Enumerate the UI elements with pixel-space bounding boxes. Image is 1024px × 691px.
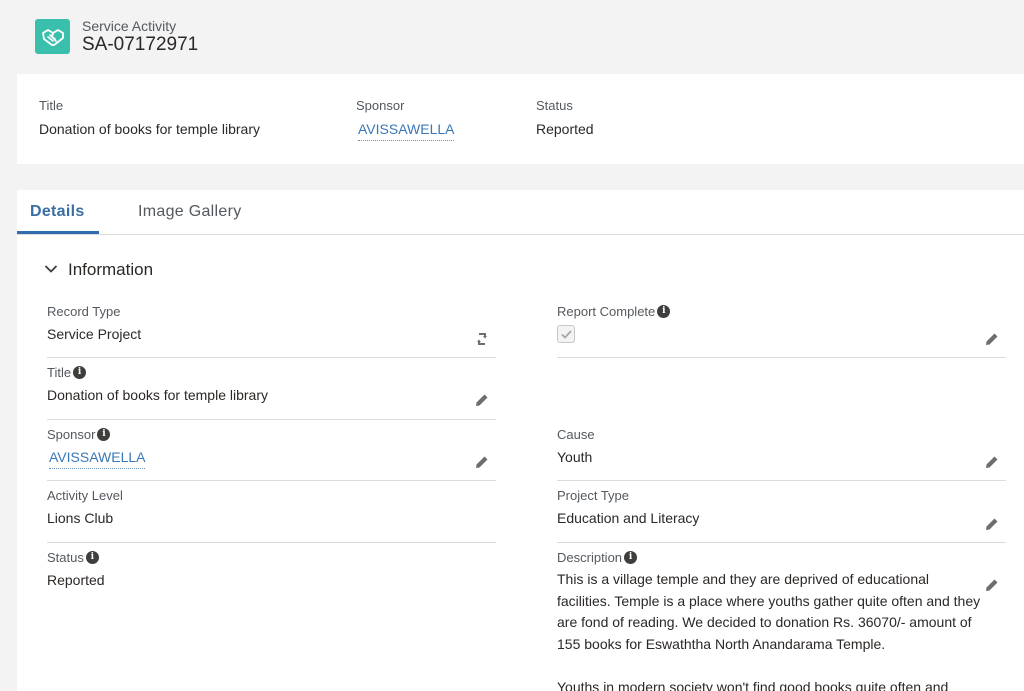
highlights-panel: Title Donation of books for temple libra… (17, 74, 1024, 164)
highlight-status-label: Status (536, 98, 573, 113)
highlight-status-value: Reported (536, 121, 594, 137)
section-title: Information (68, 260, 154, 279)
edit-report-complete-pencil-icon[interactable] (983, 330, 1001, 348)
highlight-sponsor-link[interactable]: AVISSAWELLA (358, 121, 455, 141)
field-label: Description (557, 549, 623, 565)
divider (557, 357, 1006, 358)
edit-sponsor-pencil-icon[interactable] (473, 453, 491, 471)
highlight-title-label: Title (39, 98, 64, 113)
info-icon[interactable]: i (624, 550, 638, 564)
report-complete-checkbox (557, 325, 575, 343)
highlight-title-value: Donation of books for temple library (39, 121, 260, 137)
field-value: Youth (557, 449, 593, 465)
edit-project-type-pencil-icon[interactable] (983, 515, 1001, 533)
tab-details[interactable]: Details (30, 203, 85, 221)
description-paragraph: Youths in modern society won't find good… (557, 678, 949, 691)
field-value: Lions Club (47, 510, 114, 526)
info-icon[interactable]: i (657, 304, 671, 318)
change-record-type-icon[interactable] (473, 330, 491, 348)
field-status: Status i Reported (47, 549, 105, 589)
handshake-icon (35, 19, 70, 54)
edit-cause-pencil-icon[interactable] (983, 453, 1001, 471)
field-label: Activity Level (47, 487, 123, 503)
field-description: Description i This is a village temple an… (557, 549, 982, 691)
divider (557, 542, 1006, 543)
description-paragraph: This is a village temple and they are de… (557, 571, 981, 652)
highlight-title: Title Donation of books for temple libra… (39, 98, 260, 137)
active-tab-indicator (17, 231, 99, 234)
field-project-type: Project Type Education and Literacy (557, 487, 700, 527)
divider (47, 542, 496, 543)
page-header: Service Activity SA-07172971 (0, 0, 1024, 74)
tab-bar: Details Image Gallery (17, 190, 1024, 235)
field-record-type: Record Type Service Project (47, 303, 142, 343)
info-icon[interactable]: i (97, 427, 111, 441)
object-type-label: Service Activity (82, 18, 177, 34)
field-title: Title i Donation of books for temple libr… (47, 364, 268, 404)
field-value: Education and Literacy (557, 510, 700, 526)
chevron-down-icon (44, 261, 58, 279)
field-label: Report Complete (557, 303, 656, 319)
divider (47, 357, 496, 358)
info-icon[interactable]: i (73, 365, 87, 379)
checkmark-icon (560, 329, 572, 339)
highlight-status: Status Reported (536, 98, 594, 137)
edit-description-pencil-icon[interactable] (983, 576, 1001, 594)
field-value: Service Project (47, 326, 142, 342)
field-label: Cause (557, 426, 595, 442)
highlight-sponsor: Sponsor AVISSAWELLA (356, 98, 455, 141)
record-title: SA-07172971 (82, 34, 199, 55)
field-value: Donation of books for temple library (47, 387, 268, 403)
field-cause: Cause Youth (557, 426, 595, 466)
divider (47, 419, 496, 420)
divider (557, 480, 1006, 481)
tab-image-gallery[interactable]: Image Gallery (138, 203, 242, 221)
field-sponsor: Sponsor i AVISSAWELLA (47, 426, 146, 469)
record-detail-card: Details Image Gallery Information Record… (17, 190, 1024, 691)
highlight-sponsor-label: Sponsor (356, 98, 405, 113)
field-label: Project Type (557, 487, 630, 503)
field-label: Sponsor (47, 426, 96, 442)
description-text: This is a village temple and they are de… (557, 569, 982, 691)
field-value: Reported (47, 572, 105, 588)
field-label: Record Type (47, 303, 121, 319)
field-report-complete: Report Complete i (557, 303, 671, 343)
edit-title-pencil-icon[interactable] (473, 391, 491, 409)
info-icon[interactable]: i (85, 550, 99, 564)
sponsor-link[interactable]: AVISSAWELLA (49, 449, 146, 469)
divider (47, 480, 496, 481)
section-information-header[interactable]: Information (44, 260, 153, 280)
field-label: Status (47, 549, 84, 565)
field-activity-level: Activity Level Lions Club (47, 487, 123, 527)
field-label: Title (47, 364, 72, 380)
